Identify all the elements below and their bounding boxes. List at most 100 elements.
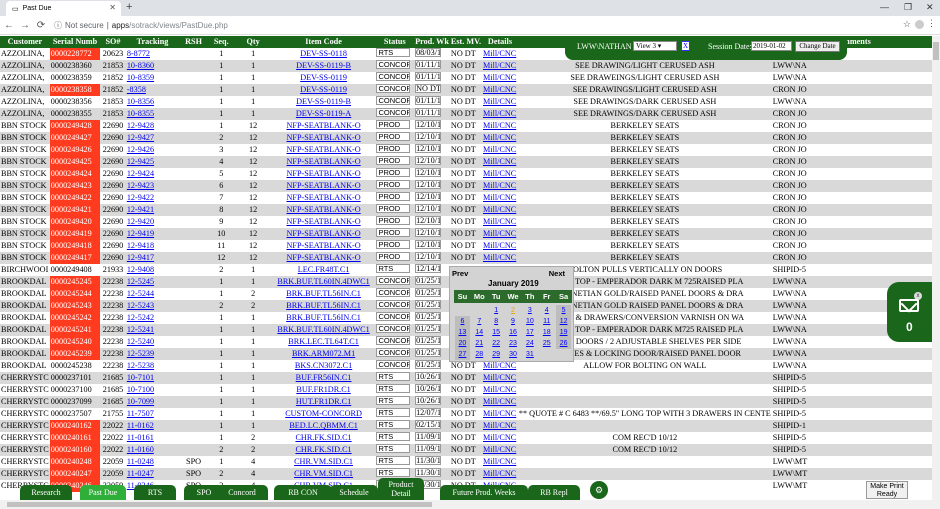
- tracking-link[interactable]: 11-0160: [127, 445, 154, 454]
- prod-week-field[interactable]: NO DT: [415, 84, 442, 93]
- tracking-link[interactable]: 11-0162: [127, 421, 154, 430]
- tab-past-due[interactable]: Past Due: [80, 485, 126, 500]
- tracking-link[interactable]: 12-9421: [127, 205, 154, 214]
- column-header[interactable]: Prod. Wk: [414, 36, 450, 48]
- status-field[interactable]: CONCOR: [376, 96, 411, 105]
- item-code-link[interactable]: NFP-SEATBLANK-O: [286, 217, 360, 226]
- item-code-link[interactable]: NFP-SEATBLANK-O: [286, 229, 360, 238]
- column-header[interactable]: SO#: [100, 36, 126, 48]
- status-field[interactable]: CONCOR: [376, 312, 411, 321]
- tracking-link[interactable]: 12-5238: [127, 361, 154, 370]
- prod-week-field[interactable]: 01/25/19: [415, 312, 442, 321]
- status-field[interactable]: RTS: [376, 432, 411, 441]
- calendar-prev-button[interactable]: Prev: [452, 269, 468, 278]
- status-field[interactable]: PROD: [376, 252, 411, 261]
- prod-week-field[interactable]: 01/11/19: [415, 96, 442, 105]
- details-link[interactable]: Mill/CNC: [483, 157, 516, 166]
- status-field[interactable]: CONCOR: [376, 60, 411, 69]
- calendar-day[interactable]: 3: [522, 305, 537, 316]
- tracking-link[interactable]: 10-8359: [127, 73, 154, 82]
- tracking-link[interactable]: 11-0247: [127, 469, 154, 478]
- status-field[interactable]: RTS: [376, 396, 411, 405]
- calendar-day[interactable]: 21: [472, 338, 487, 349]
- details-link[interactable]: Mill/CNC: [483, 145, 516, 154]
- tab-rb-con[interactable]: RB CON: [274, 485, 332, 500]
- prod-week-field[interactable]: 11/30/18: [415, 456, 442, 465]
- prod-week-field[interactable]: 10/26/18: [415, 396, 442, 405]
- prod-week-field[interactable]: 01/11/19: [415, 60, 442, 69]
- tracking-link[interactable]: 12-9425: [127, 157, 154, 166]
- tracking-link[interactable]: 12-9422: [127, 193, 154, 202]
- tracking-link[interactable]: 12-9417: [127, 253, 154, 262]
- prod-week-field[interactable]: 01/25/19: [415, 336, 442, 345]
- status-field[interactable]: RTS: [376, 264, 411, 273]
- calendar-day[interactable]: 22: [489, 338, 504, 349]
- details-link[interactable]: Mill/CNC: [483, 121, 516, 130]
- prod-week-field[interactable]: 12/10/18: [415, 120, 442, 129]
- details-link[interactable]: Mill/CNC: [483, 361, 516, 370]
- details-link[interactable]: Mill/CNC: [483, 217, 516, 226]
- clear-view-button[interactable]: X: [681, 41, 690, 51]
- item-code-link[interactable]: HUT.FR1DR.C1: [296, 397, 351, 406]
- tracking-link[interactable]: 12-5240: [127, 337, 154, 346]
- column-header[interactable]: Tracking: [125, 36, 180, 48]
- prod-week-field[interactable]: 11/30/18: [415, 468, 442, 477]
- item-code-link[interactable]: DEV-SS-0119: [300, 85, 347, 94]
- column-header[interactable]: Est. MV.: [449, 36, 483, 48]
- item-code-link[interactable]: BKS.CN3072.C1: [295, 361, 352, 370]
- tracking-link[interactable]: 12-9427: [127, 133, 154, 142]
- details-link[interactable]: Mill/CNC: [483, 421, 516, 430]
- tracking-link[interactable]: 10-7101: [127, 373, 154, 382]
- item-code-link[interactable]: BUF.FR56IN.C1: [296, 373, 352, 382]
- prod-week-field[interactable]: 12/10/18: [415, 216, 442, 225]
- prod-week-field[interactable]: 01/11/19: [415, 108, 442, 117]
- column-header[interactable]: Serial Numb: [49, 36, 101, 48]
- tracking-link[interactable]: 12-9420: [127, 217, 154, 226]
- tab-future-prod-weeks[interactable]: Future Prod. Weeks: [440, 485, 528, 500]
- details-link[interactable]: Mill/CNC: [483, 397, 516, 406]
- item-code-link[interactable]: NFP-SEATBLANK-O: [286, 253, 360, 262]
- prod-week-field[interactable]: 01/25/19: [415, 348, 442, 357]
- prod-week-field[interactable]: 12/10/18: [415, 240, 442, 249]
- status-field[interactable]: PROD: [376, 132, 411, 141]
- item-code-link[interactable]: BUF.FR1DR.C1: [296, 385, 350, 394]
- status-field[interactable]: CONCOR: [376, 348, 411, 357]
- horizontal-scrollbar[interactable]: [0, 500, 940, 509]
- column-header[interactable]: Qty: [234, 36, 272, 48]
- status-field[interactable]: CONCOR: [376, 360, 411, 369]
- item-code-link[interactable]: NFP-SEATBLANK-O: [286, 193, 360, 202]
- prod-week-field[interactable]: 12/07/18: [415, 408, 442, 417]
- item-code-link[interactable]: NFP-SEATBLANK-O: [286, 145, 360, 154]
- prod-week-field[interactable]: 02/15/19: [415, 420, 442, 429]
- status-field[interactable]: CONCOR: [376, 72, 411, 81]
- calendar-day[interactable]: 1: [489, 305, 504, 316]
- item-code-link[interactable]: LEC.FR48T.C1: [298, 265, 350, 274]
- prod-week-field[interactable]: 12/10/18: [415, 204, 442, 213]
- tracking-link[interactable]: 12-5239: [127, 349, 154, 358]
- back-icon[interactable]: ←: [2, 20, 16, 31]
- prod-week-field[interactable]: 10/26/18: [415, 372, 442, 381]
- prod-week-field[interactable]: 12/10/18: [415, 252, 442, 261]
- calendar-day[interactable]: 9: [506, 316, 521, 327]
- item-code-link[interactable]: NFP-SEATBLANK-O: [286, 181, 360, 190]
- details-link[interactable]: Mill/CNC: [483, 49, 516, 58]
- details-link[interactable]: Mill/CNC: [483, 373, 516, 382]
- item-code-link[interactable]: BRK.BUF.TL60IN.4DWC1: [277, 325, 369, 334]
- bookmark-star-icon[interactable]: ☆: [903, 19, 911, 30]
- details-link[interactable]: Mill/CNC: [483, 241, 516, 250]
- calendar-day[interactable]: 10: [522, 316, 537, 327]
- calendar-day[interactable]: 19: [556, 327, 572, 338]
- item-code-link[interactable]: BRK.BUF.TL56IN.C1: [286, 313, 361, 322]
- url-field[interactable]: ⓘ Not secure | apps/sotrack/views/PastDu…: [54, 20, 874, 31]
- prod-week-field[interactable]: 01/25/19: [415, 276, 442, 285]
- tab-rb-repl[interactable]: RB Repl: [528, 485, 580, 500]
- item-code-link[interactable]: DEV-SS-0119: [300, 73, 347, 82]
- item-code-link[interactable]: NFP-SEATBLANK-O: [286, 157, 360, 166]
- calendar-day[interactable]: 29: [489, 349, 504, 360]
- item-code-link[interactable]: BED.LC.QBMM.C1: [289, 421, 357, 430]
- column-header[interactable]: Status: [375, 36, 415, 48]
- prod-week-field[interactable]: 12/10/18: [415, 144, 442, 153]
- calendar-day[interactable]: 25: [539, 338, 554, 349]
- details-link[interactable]: Mill/CNC: [483, 205, 516, 214]
- status-field[interactable]: RTS: [376, 372, 411, 381]
